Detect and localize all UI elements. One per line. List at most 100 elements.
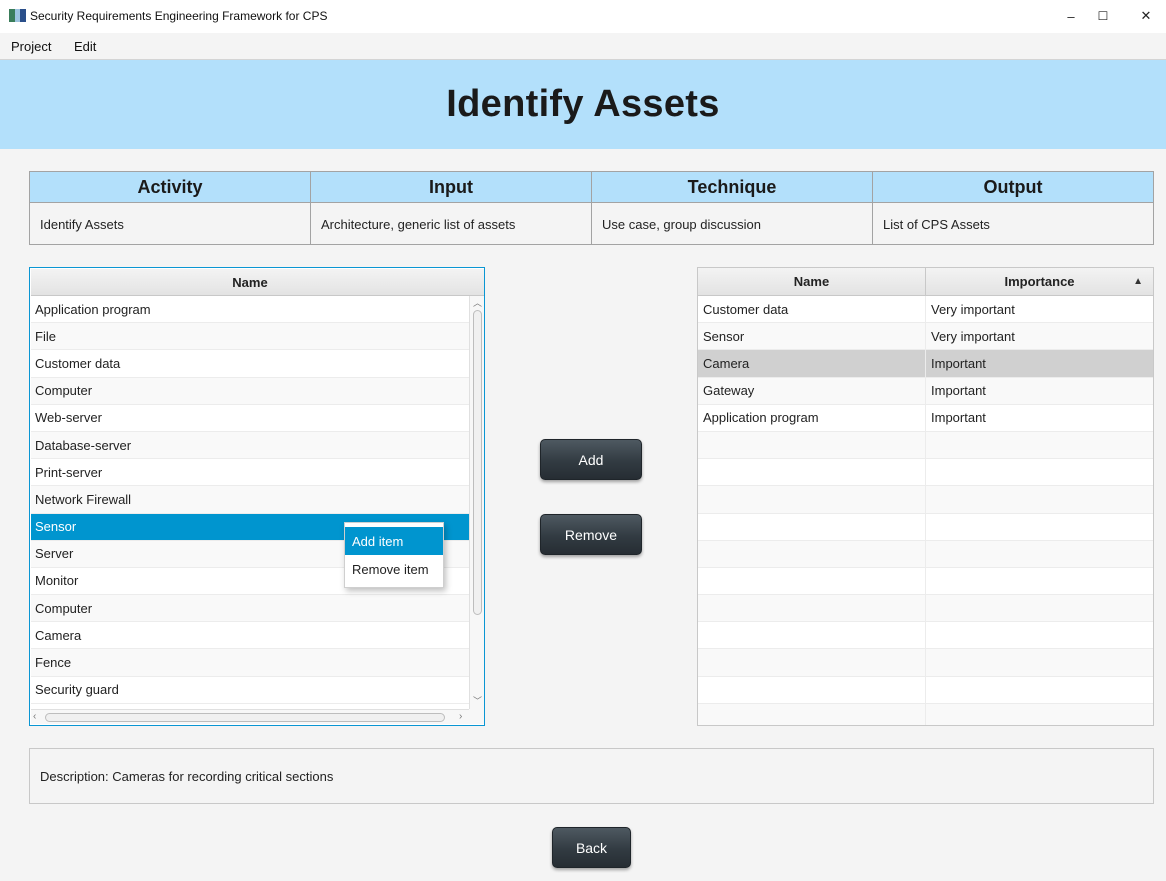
vertical-scrollbar[interactable]: ︿ ﹀ [469, 296, 484, 709]
cell-importance: Important [931, 383, 986, 399]
empty-table-row[interactable] [698, 486, 1153, 514]
asset-list-item[interactable]: Customer data [31, 350, 469, 378]
asset-list-header-name[interactable]: Name [31, 269, 469, 296]
column-header-importance[interactable]: Importance ▲ [926, 268, 1153, 295]
cell-name [698, 595, 926, 622]
cell-name [698, 649, 926, 676]
asset-list-item[interactable]: Print-server [31, 459, 469, 487]
minimize-button[interactable]: – [1056, 6, 1086, 26]
selected-assets-header: Name Importance ▲ [698, 268, 1153, 296]
back-button[interactable]: Back [552, 827, 631, 868]
window-title: Security Requirements Engineering Framew… [30, 9, 328, 23]
asset-list-item[interactable]: Network Firewall [31, 486, 469, 514]
asset-list-table[interactable]: Name Application program File Customer dat… [29, 267, 485, 726]
cell-name [698, 567, 926, 595]
empty-table-row[interactable] [698, 703, 1153, 725]
table-row[interactable]: Customer data Very important [698, 296, 1153, 324]
header-technique: Technique [592, 172, 873, 202]
cell-name [698, 540, 926, 567]
horizontal-scroll-thumb[interactable] [45, 713, 445, 722]
remove-button[interactable]: Remove [540, 514, 642, 555]
empty-table-row[interactable] [698, 622, 1153, 650]
empty-table-row[interactable] [698, 459, 1153, 487]
add-button[interactable]: Add [540, 439, 642, 480]
asset-list-header-corner [469, 269, 484, 296]
cell-name: Customer data [698, 296, 926, 323]
activity-info-header: Activity Input Technique Output [30, 172, 1153, 203]
cell-importance [926, 649, 1153, 675]
cell-name [698, 431, 926, 459]
empty-table-row[interactable] [698, 649, 1153, 677]
cell-importance [926, 677, 1153, 703]
cell-importance [926, 704, 1153, 725]
cell-name [698, 622, 926, 649]
column-header-name[interactable]: Name [698, 268, 926, 295]
table-row[interactable]: Gateway Important [698, 377, 1153, 405]
selected-assets-table[interactable]: Name Importance ▲ Customer data Very impo… [697, 267, 1154, 726]
cell-name [698, 676, 926, 703]
column-header-name-label: Name [793, 274, 830, 289]
cell-name [698, 703, 926, 725]
asset-list-item[interactable]: Database-server [31, 431, 469, 460]
asset-list-item[interactable]: File [31, 323, 469, 351]
empty-table-row[interactable] [698, 595, 1153, 623]
scroll-down-icon[interactable]: ﹀ [472, 694, 483, 707]
cell-importance: Important [931, 355, 986, 371]
vertical-scroll-thumb[interactable] [473, 310, 482, 615]
cell-importance [926, 622, 1153, 648]
window-titlebar: Security Requirements Engineering Framew… [0, 0, 1166, 33]
asset-list-item[interactable]: Computer [31, 377, 469, 405]
selected-assets-rows: Customer data Very important Sensor Very im… [698, 296, 1153, 725]
scroll-up-icon[interactable]: ︿ [472, 296, 483, 309]
cell-importance: Very important [931, 301, 1015, 317]
cell-importance [926, 459, 1153, 485]
cell-importance [926, 568, 1153, 594]
context-menu-remove-item[interactable]: Remove item [345, 555, 443, 583]
activity-info-values: Identify Assets Architecture, generic li… [30, 203, 1153, 245]
table-row[interactable]: Camera Important [698, 350, 1153, 378]
scroll-left-icon[interactable]: ‹ [33, 711, 36, 722]
page-header: Identify Assets [0, 60, 1166, 149]
asset-list-item[interactable]: Web-server [31, 405, 469, 432]
context-menu: Add item Remove item [344, 522, 444, 588]
empty-table-row[interactable] [698, 431, 1153, 460]
horizontal-scrollbar[interactable]: ‹ › [31, 709, 469, 724]
cell-importance: Very important [931, 328, 1015, 344]
cell-name: Gateway [698, 377, 926, 404]
context-menu-add-item[interactable]: Add item [345, 527, 443, 555]
column-header-importance-label: Importance [1004, 274, 1075, 289]
page-title: Identify Assets [446, 83, 720, 125]
empty-table-row[interactable] [698, 540, 1153, 568]
header-output: Output [983, 176, 1043, 197]
empty-table-row[interactable] [698, 567, 1153, 596]
cell-importance [926, 486, 1153, 512]
asset-list-item[interactable]: Camera [31, 622, 469, 650]
asset-list-item[interactable]: Fence [31, 649, 469, 677]
empty-table-row[interactable] [698, 513, 1153, 541]
cell-name: Sensor [698, 323, 926, 350]
asset-list-item[interactable]: Security guard [31, 677, 469, 704]
cell-importance: Important [931, 410, 986, 426]
activity-info-table: Activity Input Technique Output Identify… [29, 171, 1154, 245]
cell-name: Application program [698, 404, 926, 431]
scroll-right-icon[interactable]: › [459, 711, 462, 722]
sort-ascending-icon: ▲ [1133, 276, 1143, 287]
asset-list-rows: Application program File Customer data Comp… [31, 296, 469, 704]
cell-importance [926, 514, 1153, 540]
header-input: Input [311, 172, 592, 202]
scroll-corner [469, 709, 484, 724]
value-input: Architecture, generic list of assets [311, 203, 592, 245]
cell-importance [926, 541, 1153, 567]
value-activity: Identify Assets [30, 203, 311, 245]
menu-bar: Project Edit [0, 33, 1166, 60]
menu-project[interactable]: Project [11, 39, 51, 54]
asset-list-item[interactable]: Application program [31, 296, 469, 324]
table-row[interactable]: Sensor Very important [698, 323, 1153, 351]
cell-importance [926, 432, 1153, 458]
maximize-button[interactable]: ☐ [1088, 6, 1118, 26]
asset-list-item[interactable]: Computer [31, 595, 469, 623]
close-button[interactable]: ✕ [1131, 6, 1161, 26]
menu-edit[interactable]: Edit [74, 39, 96, 54]
empty-table-row[interactable] [698, 676, 1153, 704]
table-row[interactable]: Application program Important [698, 404, 1153, 432]
